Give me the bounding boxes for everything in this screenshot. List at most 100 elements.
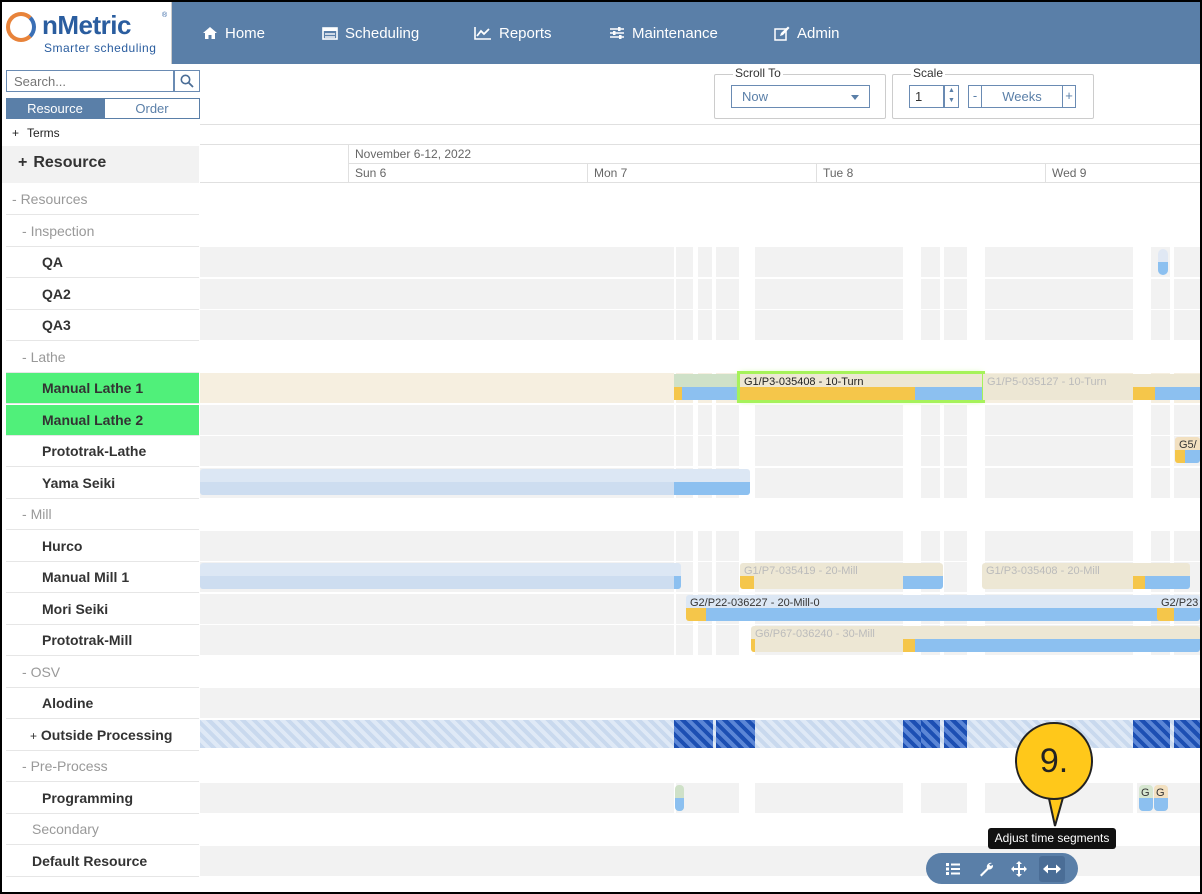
resource-row-outside-processing[interactable]: + Outside Processing <box>6 720 199 751</box>
capacity-block <box>1174 720 1200 748</box>
scroll-to-label: Scroll To <box>733 66 783 80</box>
day-header: Wed 9 <box>1045 164 1200 183</box>
app-window: nMetric ® Smarter scheduling Home Schedu… <box>0 0 1202 894</box>
collapse-icon: - <box>22 758 27 774</box>
scale-minus-button[interactable]: - <box>968 85 982 108</box>
time-gap <box>967 783 985 813</box>
adjust-time-segments-button[interactable] <box>1038 855 1065 882</box>
scale-number-input[interactable]: 1 <box>909 85 944 108</box>
spin-down-icon[interactable]: ▼ <box>945 96 958 106</box>
move-button[interactable] <box>1006 856 1032 882</box>
task-bar[interactable]: G1/P7-035419 - 20-Mill <box>740 563 943 589</box>
resource-row[interactable]: QA3 <box>6 310 199 341</box>
nav-home[interactable]: Home <box>202 2 265 64</box>
task-bar[interactable] <box>674 374 740 400</box>
task-segment <box>751 639 755 652</box>
task-bar-selected[interactable]: G1/P3-035408 - 10-Turn <box>737 371 985 403</box>
task-bar[interactable]: G6/P67-036240 - 30-Mill <box>751 626 1200 652</box>
task-bar[interactable] <box>1158 249 1168 275</box>
task-segment <box>200 482 674 495</box>
tree-label: Outside Processing <box>40 727 173 743</box>
scale-label: Scale <box>911 66 946 80</box>
resource-row[interactable]: QA2 <box>6 279 199 310</box>
resource-row-highlighted[interactable]: Manual Lathe 1 <box>6 373 199 404</box>
tree-row-pre-process[interactable]: - Pre-Process <box>6 751 199 782</box>
tree-row-secondary[interactable]: Secondary <box>6 814 199 845</box>
tree-row-osv[interactable]: - OSV <box>6 657 199 688</box>
resource-row[interactable]: QA <box>6 247 199 278</box>
tree-label: Inspection <box>30 223 95 239</box>
collapse-icon: - <box>22 506 27 522</box>
capacity-block <box>944 720 967 748</box>
resource-row[interactable]: Hurco <box>6 531 199 562</box>
resource-row[interactable]: Mori Seiki <box>6 594 199 625</box>
chart-icon <box>474 27 491 40</box>
task-bar[interactable]: G <box>1139 785 1153 811</box>
gantt-row-qa2 <box>200 279 1200 309</box>
task-bar[interactable] <box>200 469 750 495</box>
expand-icon: + <box>30 729 38 743</box>
resource-row-highlighted[interactable]: Manual Lathe 2 <box>6 405 199 436</box>
task-segment <box>903 576 943 589</box>
day-header-blank <box>200 164 348 183</box>
nav-scheduling[interactable]: Scheduling <box>322 2 419 64</box>
collapse-icon: - <box>22 349 27 365</box>
tab-order[interactable]: Order <box>104 98 200 119</box>
task-bar[interactable]: G2/P22-036227 - 20-Mill-0 <box>686 595 1200 621</box>
task-segment <box>686 608 706 621</box>
list-button[interactable] <box>940 856 966 882</box>
search-input[interactable] <box>6 70 174 92</box>
gantt-row-hurco <box>200 531 1200 561</box>
time-gap <box>739 783 755 813</box>
resource-row[interactable]: Default Resource <box>6 846 199 877</box>
resource-column-header[interactable]: + Resource <box>2 146 199 183</box>
tree-row-lathe[interactable]: - Lathe <box>6 342 199 373</box>
resource-row[interactable]: Programming <box>6 783 199 814</box>
task-segment <box>740 576 754 589</box>
tree-row-inspection[interactable]: - Inspection <box>6 216 199 247</box>
nav-reports[interactable]: Reports <box>474 2 552 64</box>
tree-label: Resources <box>20 191 88 207</box>
tree-row-resources[interactable]: - Resources <box>6 184 199 215</box>
tab-resource[interactable]: Resource <box>6 98 104 119</box>
task-bar[interactable]: G5/ <box>1175 437 1200 463</box>
sliders-icon <box>610 27 624 39</box>
expand-icon: + <box>12 126 20 140</box>
list-icon <box>945 862 960 875</box>
task-label: G1/P7-035419 - 20-Mill <box>744 565 858 577</box>
search-button[interactable] <box>174 70 200 92</box>
task-bar[interactable] <box>200 563 681 589</box>
day-header: Sun 6 <box>348 164 587 183</box>
collapse-icon: - <box>22 223 27 239</box>
scale-spinner[interactable]: ▲ ▼ <box>944 85 959 108</box>
tree-row-mill[interactable]: - Mill <box>6 499 199 530</box>
scale-unit[interactable]: Weeks <box>982 85 1062 108</box>
nav-maintenance[interactable]: Maintenance <box>609 2 718 64</box>
task-segment <box>903 639 915 652</box>
resource-row[interactable]: Manual Mill 1 <box>6 562 199 593</box>
task-segment <box>1174 608 1200 621</box>
task-bar[interactable] <box>675 785 684 811</box>
resource-header-label: Resource <box>33 154 107 171</box>
resource-row[interactable]: Yama Seiki <box>6 468 199 499</box>
task-bar[interactable]: G1/P3-035408 - 20-Mill <box>982 563 1190 589</box>
maintenance-button[interactable] <box>973 856 999 882</box>
terms-toggle[interactable]: + Terms <box>12 126 60 140</box>
scale-plus-button[interactable]: + <box>1062 85 1076 108</box>
nav-admin[interactable]: Admin <box>774 2 840 64</box>
time-gap <box>903 783 921 813</box>
nav-admin-label: Admin <box>797 24 840 42</box>
app-logo[interactable]: nMetric ® Smarter scheduling <box>2 2 172 64</box>
gantt-row-qa3 <box>200 310 1200 340</box>
resource-row[interactable]: Prototrak-Lathe <box>6 436 199 467</box>
spin-up-icon[interactable]: ▲ <box>945 86 958 96</box>
task-bar[interactable]: G2/P23 <box>1157 595 1200 621</box>
resource-row[interactable]: Alodine <box>6 688 199 719</box>
gantt-row-manual-lathe-2 <box>200 405 1200 435</box>
task-segment <box>915 387 982 400</box>
task-bar[interactable]: G1/P5-035127 - 10-Turn <box>983 374 1200 400</box>
task-bar[interactable]: G <box>1154 785 1168 811</box>
time-gap <box>1133 783 1137 813</box>
scroll-to-select[interactable]: Now <box>731 85 870 108</box>
resource-row[interactable]: Prototrak-Mill <box>6 625 199 656</box>
